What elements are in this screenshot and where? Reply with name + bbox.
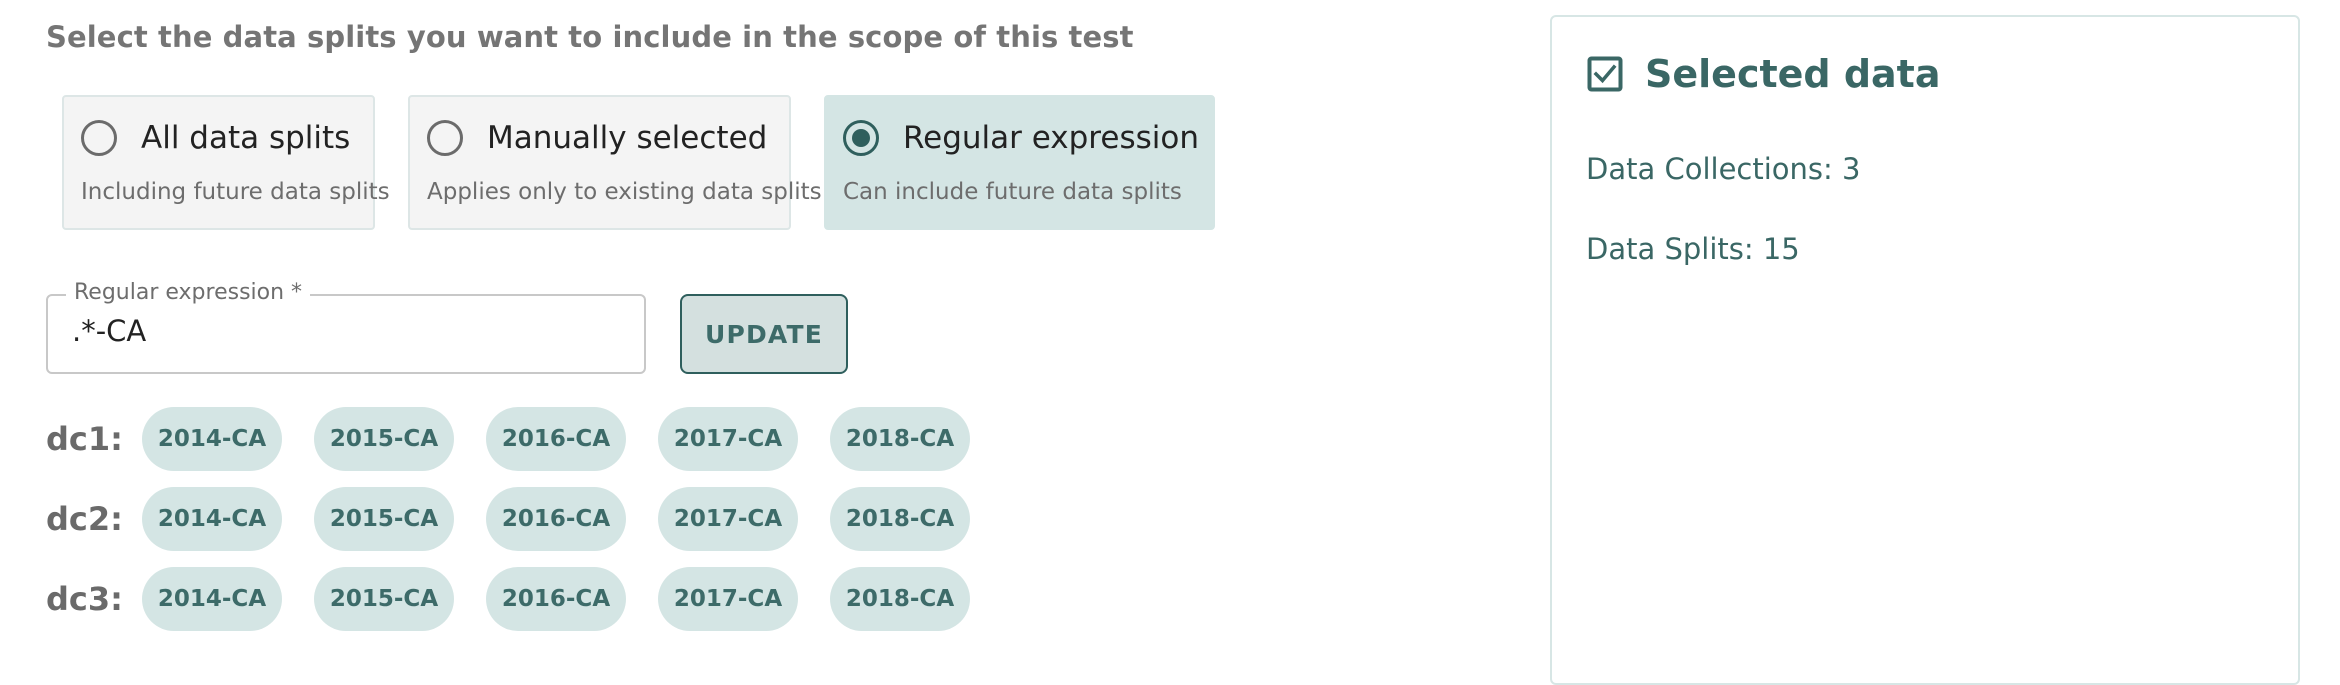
split-chip: 2017-CA bbox=[658, 487, 798, 551]
scope-option-group: All data splits Including future data sp… bbox=[62, 95, 1215, 230]
split-chip: 2018-CA bbox=[830, 407, 970, 471]
radio-checked-icon[interactable] bbox=[843, 120, 879, 156]
radio-unchecked-icon[interactable] bbox=[427, 120, 463, 156]
regex-input[interactable] bbox=[72, 314, 612, 348]
data-scope-section: Select the data splits you want to inclu… bbox=[46, 0, 1496, 666]
data-collection-row-dc1: dc1: 2014-CA 2015-CA 2016-CA 2017-CA 201… bbox=[46, 407, 1002, 471]
split-chip: 2015-CA bbox=[314, 407, 454, 471]
split-chip: 2016-CA bbox=[486, 407, 626, 471]
collection-label: dc1: bbox=[46, 420, 123, 458]
regex-field-label: Regular expression * bbox=[66, 280, 311, 305]
panel-header: Selected data bbox=[1587, 52, 1940, 96]
split-chip: 2017-CA bbox=[658, 407, 798, 471]
split-chip: 2016-CA bbox=[486, 487, 626, 551]
data-splits-count: Data Splits: 15 bbox=[1586, 232, 1800, 266]
split-chip: 2017-CA bbox=[658, 567, 798, 631]
option-all-data-splits[interactable]: All data splits Including future data sp… bbox=[62, 95, 390, 230]
data-collection-row-dc3: dc3: 2014-CA 2015-CA 2016-CA 2017-CA 201… bbox=[46, 567, 1002, 631]
split-chip: 2014-CA bbox=[142, 567, 282, 631]
split-chip: 2014-CA bbox=[142, 487, 282, 551]
checkbox-checked-icon bbox=[1587, 56, 1623, 92]
radio-unchecked-icon[interactable] bbox=[81, 120, 117, 156]
split-chip: 2015-CA bbox=[314, 487, 454, 551]
data-collection-row-dc2: dc2: 2014-CA 2015-CA 2016-CA 2017-CA 201… bbox=[46, 487, 1002, 551]
selected-data-panel: Selected data Data Collections: 3 Data S… bbox=[1550, 15, 2300, 685]
option-manually-selected[interactable]: Manually selected Applies only to existi… bbox=[408, 95, 822, 230]
data-collections-count: Data Collections: 3 bbox=[1586, 152, 1861, 186]
regex-field: Regular expression * bbox=[46, 280, 646, 374]
split-chip: 2016-CA bbox=[486, 567, 626, 631]
split-chip: 2014-CA bbox=[142, 407, 282, 471]
update-button[interactable]: UPDATE bbox=[680, 294, 848, 374]
option-label: All data splits bbox=[141, 120, 351, 156]
split-chip: 2018-CA bbox=[830, 567, 970, 631]
collection-label: dc2: bbox=[46, 500, 123, 538]
scope-instructions: Select the data splits you want to inclu… bbox=[46, 20, 1134, 54]
option-sublabel: Can include future data splits bbox=[843, 179, 1182, 205]
option-sublabel: Including future data splits bbox=[81, 179, 390, 205]
collection-label: dc3: bbox=[46, 580, 123, 618]
panel-title: Selected data bbox=[1645, 52, 1941, 96]
option-label: Manually selected bbox=[487, 120, 768, 156]
option-regular-expression[interactable]: Regular expression Can include future da… bbox=[824, 95, 1215, 230]
split-chip: 2015-CA bbox=[314, 567, 454, 631]
split-chip: 2018-CA bbox=[830, 487, 970, 551]
option-sublabel: Applies only to existing data splits bbox=[427, 179, 822, 205]
option-label: Regular expression bbox=[903, 120, 1199, 156]
